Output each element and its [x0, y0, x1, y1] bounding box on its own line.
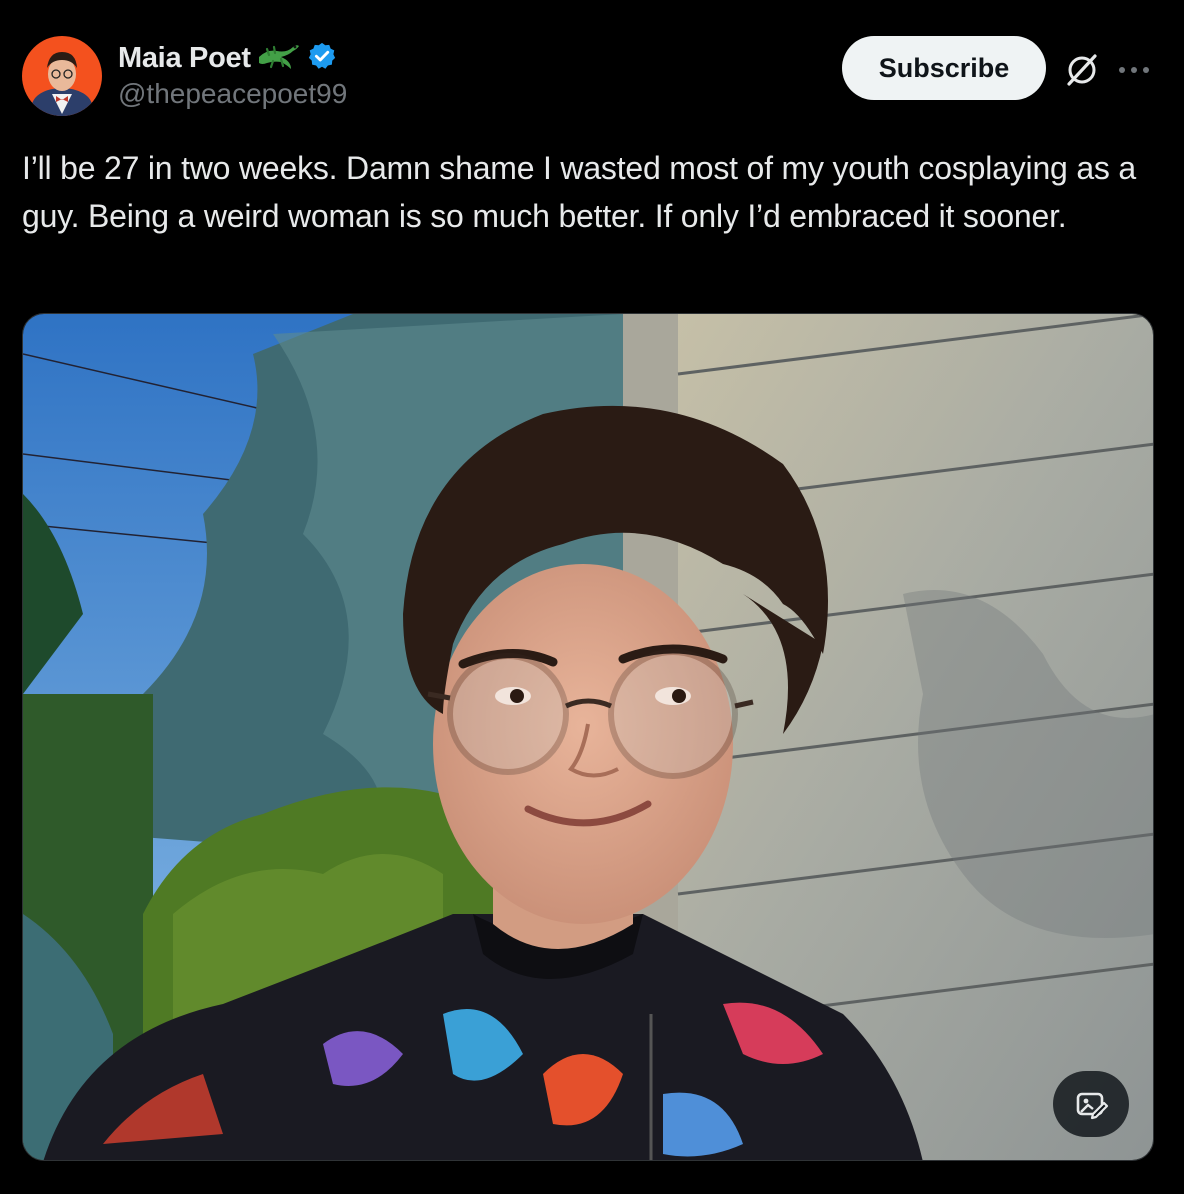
more-icon[interactable]: [1112, 50, 1156, 90]
tweet-photo[interactable]: [22, 313, 1154, 1161]
tweet-text: I’ll be 27 in two weeks. Damn shame I wa…: [22, 150, 1137, 234]
author-handle[interactable]: @thepeacepoet99: [118, 78, 347, 110]
author-name-row: Maia Poet: [118, 38, 337, 78]
image-edit-icon[interactable]: [1053, 1071, 1129, 1137]
grok-icon[interactable]: [1062, 50, 1102, 90]
author-display-name[interactable]: Maia Poet: [118, 42, 251, 75]
selfie-photo: [23, 314, 1153, 1160]
tweet: Maia Poet @thepeacepoet99 Subscribe I’ll…: [0, 0, 1184, 1194]
verified-badge-icon[interactable]: [307, 41, 337, 76]
avatar[interactable]: [22, 36, 102, 116]
avatar-image: [22, 36, 102, 116]
lizard-emoji: [257, 39, 301, 78]
subscribe-button[interactable]: Subscribe: [842, 36, 1046, 100]
